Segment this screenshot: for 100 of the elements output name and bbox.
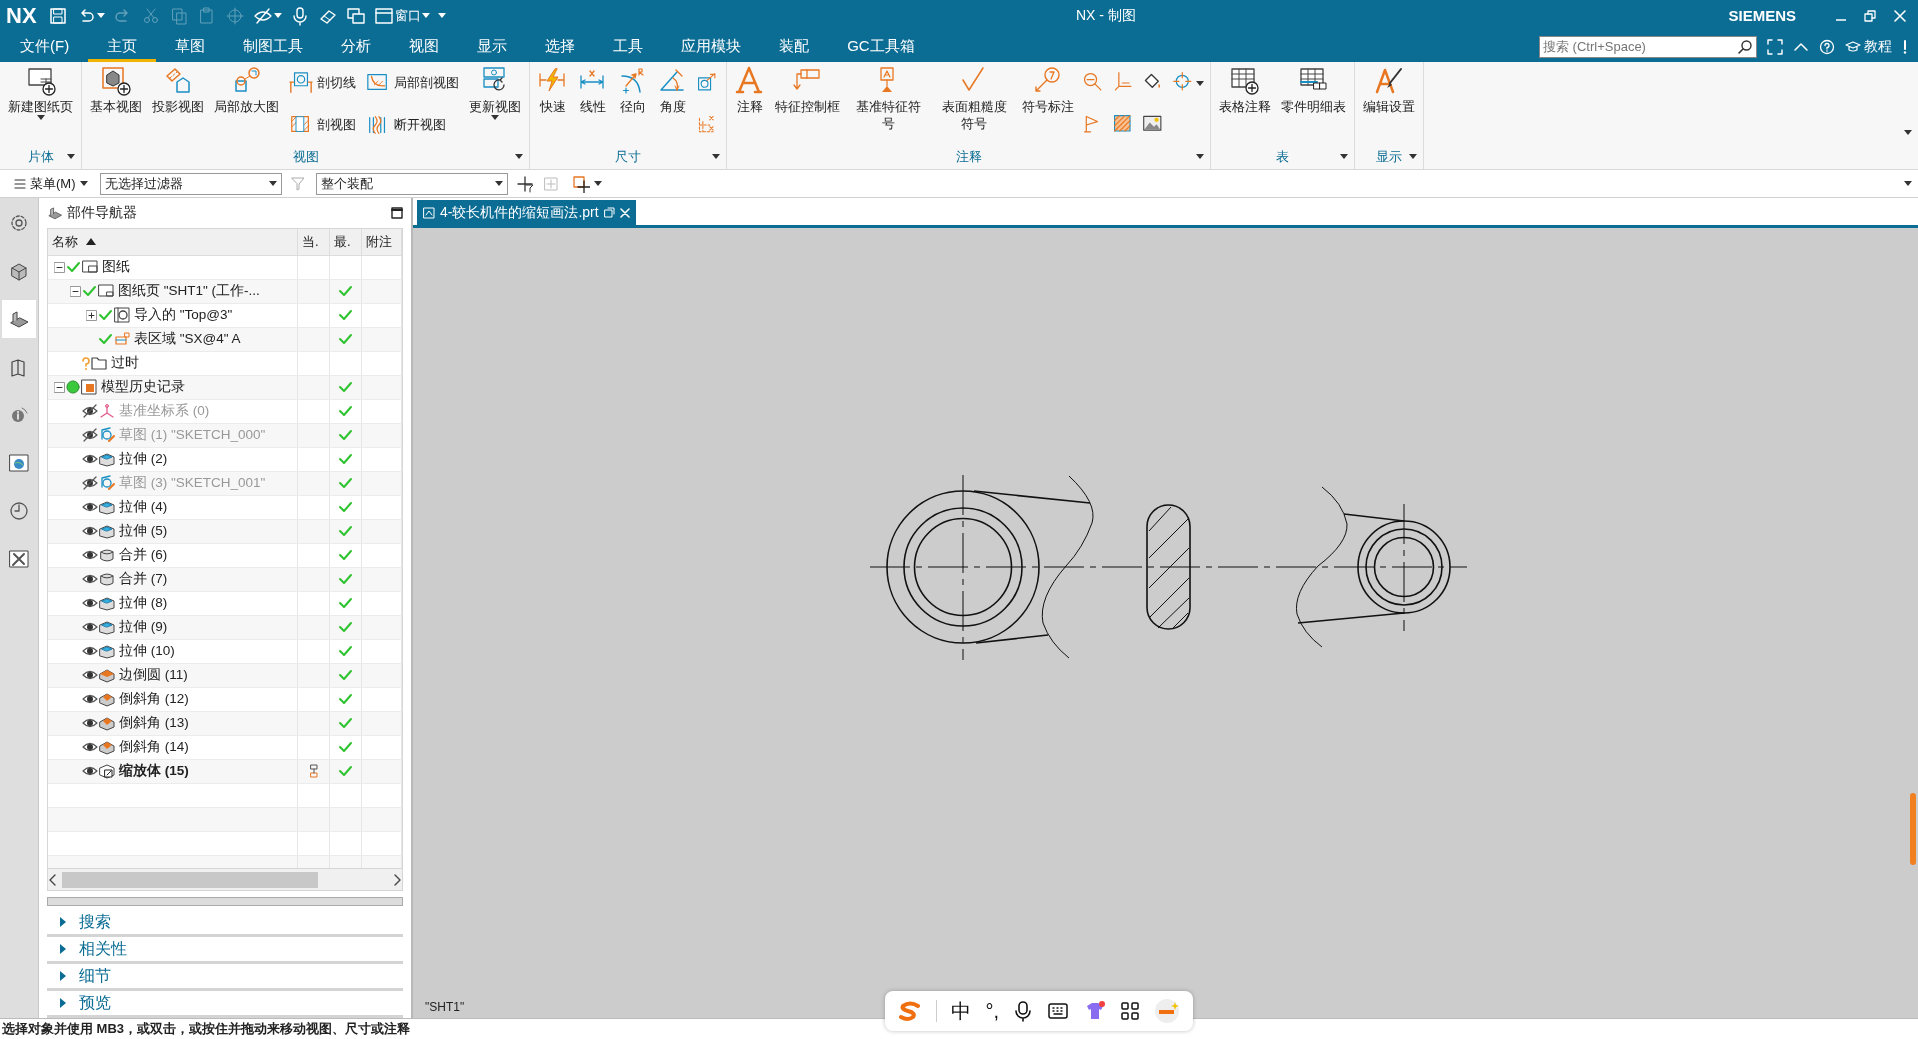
- collapsible-panel-header[interactable]: 相关性: [47, 937, 403, 965]
- tree-item[interactable]: 合并 (6): [119, 546, 168, 565]
- ribbon-button[interactable]: 编辑设置: [1359, 62, 1419, 146]
- detach-icon: [603, 207, 615, 218]
- note-icon: [735, 66, 765, 96]
- group-label: 表: [1276, 148, 1289, 166]
- menu-tab[interactable]: 装配: [760, 31, 829, 62]
- filter-dropdown[interactable]: 无选择过滤器: [99, 172, 282, 195]
- panel-title: 部件导航器: [67, 204, 137, 222]
- quick-access-button[interactable]: 窗口: [370, 3, 433, 28]
- window-title: NX - 制图: [1076, 7, 1136, 25]
- menu-tab[interactable]: 分析: [322, 31, 391, 62]
- collapsible-panel-header[interactable]: 细节: [47, 964, 403, 991]
- tree-item[interactable]: 导入的 "Top@3": [134, 306, 233, 325]
- tree-item[interactable]: 拉伸 (2): [119, 450, 168, 469]
- ribbon-button[interactable]: 径向: [614, 62, 652, 146]
- projection-view-icon: [163, 66, 193, 96]
- punctuation-toggle[interactable]: °,: [985, 999, 1000, 1023]
- tree-item[interactable]: 倒斜角 (14): [119, 738, 189, 757]
- menu-tab[interactable]: 工具: [594, 31, 663, 62]
- column-header[interactable]: 最.: [334, 232, 351, 251]
- ribbon-button[interactable]: 新建图纸页: [4, 62, 77, 146]
- section-line-icon: [289, 71, 313, 95]
- restore-icon: [1864, 9, 1876, 22]
- tree-item[interactable]: 图纸: [102, 258, 130, 277]
- language-toggle[interactable]: 中: [951, 997, 972, 1025]
- tree-item[interactable]: 倒斜角 (13): [119, 714, 189, 733]
- group-label: 尺寸: [615, 148, 641, 166]
- scrollbar-thumb[interactable]: [1910, 793, 1916, 865]
- menu-tab[interactable]: 制图工具: [224, 31, 323, 62]
- sheet-icon: [98, 283, 114, 300]
- tree-item[interactable]: 倒斜角 (12): [119, 690, 189, 709]
- column-header[interactable]: 当.: [302, 232, 319, 251]
- chamfer-icon: [99, 739, 115, 756]
- menu-button[interactable]: 菜单(M): [10, 174, 92, 193]
- ribbon-button[interactable]: 剖视图: [285, 111, 360, 139]
- tree-item[interactable]: 合并 (7): [119, 570, 168, 589]
- caret-icon: [1340, 154, 1348, 159]
- tree-item[interactable]: 拉伸 (8): [119, 594, 168, 613]
- caret-icon: [515, 154, 523, 159]
- resource-tab[interactable]: [2, 300, 36, 338]
- scroll-right-icon: [392, 873, 402, 886]
- ribbon-button[interactable]: 表面粗糙度符号: [932, 62, 1016, 146]
- drawing-file-icon: [423, 206, 435, 219]
- collapsible-panel-header[interactable]: 搜索: [47, 910, 403, 938]
- snap-icon: [224, 5, 245, 26]
- ribbon-button[interactable]: 基准特征符号: [846, 62, 930, 146]
- caret-icon: [96, 13, 105, 18]
- column-header[interactable]: 附注: [366, 232, 392, 251]
- column-header[interactable]: 名称: [52, 232, 78, 251]
- extrude-icon: [99, 523, 115, 540]
- menu-tab[interactable]: GC工具箱: [828, 31, 934, 62]
- ribbon-button[interactable]: 表格注释: [1215, 62, 1275, 146]
- scrollbar-thumb[interactable]: [62, 871, 318, 888]
- tree-item[interactable]: 模型历史记录: [101, 378, 185, 397]
- graduation-cap-icon: [1845, 39, 1861, 54]
- ribbon-button[interactable]: 断开视图: [362, 111, 463, 139]
- tree-item[interactable]: 拉伸 (4): [119, 498, 168, 517]
- select-feature-icon: [515, 174, 534, 193]
- windows-icon: [345, 5, 366, 26]
- tree-item[interactable]: 拉伸 (9): [119, 618, 168, 637]
- search-field[interactable]: 搜索 (Ctrl+Space): [1539, 35, 1757, 58]
- document-tab[interactable]: 4-较长机件的缩短画法.prt: [417, 200, 636, 225]
- ribbon-button[interactable]: 零件明细表: [1277, 62, 1350, 146]
- ribbon-button[interactable]: 线性: [574, 62, 612, 146]
- ribbon-button[interactable]: 投影视图: [148, 62, 208, 146]
- ribbon-button[interactable]: 符号标注: [1018, 62, 1078, 146]
- ribbon-button[interactable]: 更新视图: [465, 62, 525, 146]
- tree-item[interactable]: 缩放体 (15): [119, 762, 189, 781]
- status-message: 选择对象并使用 MB3，或双击，或按住并拖动来移动视图、尺寸或注释: [2, 1020, 411, 1038]
- ribbon-button[interactable]: 角度: [654, 62, 692, 146]
- extrude-icon: [99, 595, 115, 612]
- tree-item[interactable]: 拉伸 (10): [119, 642, 175, 661]
- ribbon-button[interactable]: 注释: [731, 62, 769, 146]
- select-component-icon: [541, 174, 560, 193]
- splitter-handle[interactable]: [47, 897, 403, 907]
- menu-tab[interactable]: 草图: [156, 31, 225, 62]
- tree-item[interactable]: 过时: [111, 354, 139, 373]
- fullscreen-icon: [1767, 38, 1783, 55]
- menu-tab[interactable]: 选择: [526, 31, 595, 62]
- ribbon-button[interactable]: 剖切线: [285, 69, 360, 97]
- base-view-icon: [101, 66, 131, 96]
- scope-dropdown[interactable]: 整个装配: [315, 172, 508, 195]
- ribbon-button[interactable]: 局部放大图: [210, 62, 283, 146]
- menu-tab[interactable]: 应用模块: [662, 31, 761, 62]
- help-icon: [1819, 38, 1835, 55]
- extrude-icon: [99, 499, 115, 516]
- menu-tab[interactable]: 视图: [390, 31, 459, 62]
- ribbon-button[interactable]: 基本视图: [86, 62, 146, 146]
- ribbon-button[interactable]: 快速: [534, 62, 572, 146]
- folder-icon: [91, 355, 107, 372]
- tree-item[interactable]: 拉伸 (5): [119, 522, 168, 541]
- tree-item[interactable]: 边倒圆 (11): [119, 666, 188, 685]
- save-icon: [47, 5, 68, 26]
- menu-tab[interactable]: 显示: [458, 31, 527, 62]
- ribbon-button[interactable]: 局部剖视图: [362, 69, 463, 97]
- menu-tab[interactable]: 文件(F): [0, 31, 89, 62]
- ribbon-button[interactable]: 特征控制框: [771, 62, 844, 146]
- close-icon: [619, 207, 630, 218]
- tutorial-link[interactable]: 教程: [1845, 37, 1892, 56]
